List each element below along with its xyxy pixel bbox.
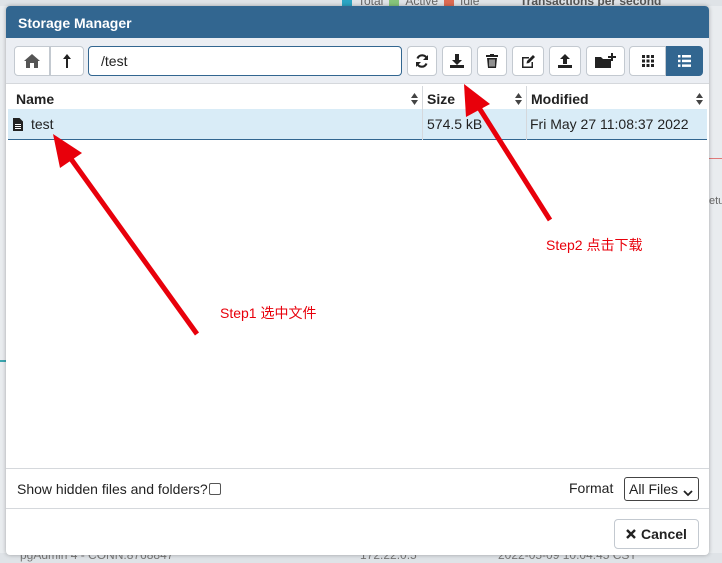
file-icon bbox=[13, 118, 23, 136]
refresh-button[interactable] bbox=[407, 46, 437, 76]
list-view-icon bbox=[678, 55, 691, 67]
sort-icon bbox=[515, 92, 522, 108]
list-view-button[interactable] bbox=[666, 46, 703, 76]
cancel-label: Cancel bbox=[641, 526, 687, 542]
annotation-step1: Step1 选中文件 bbox=[220, 305, 317, 321]
dialog-title: Storage Manager bbox=[6, 6, 709, 38]
sort-icon bbox=[411, 92, 418, 108]
grid-view-icon bbox=[641, 55, 654, 67]
close-icon bbox=[626, 526, 636, 542]
file-modified: Fri May 27 11:08:37 2022 bbox=[530, 116, 689, 132]
new-folder-button[interactable] bbox=[586, 46, 625, 76]
column-header-label: Size bbox=[427, 91, 456, 107]
edit-button[interactable] bbox=[512, 46, 544, 76]
column-header-label: Name bbox=[16, 91, 55, 107]
download-icon bbox=[450, 54, 464, 68]
options-bar: Show hidden files and folders? Format Al… bbox=[6, 468, 709, 508]
toolbar: /test bbox=[6, 38, 709, 84]
edit-icon bbox=[521, 54, 536, 69]
cancel-button[interactable]: Cancel bbox=[614, 519, 699, 549]
grid-view-button[interactable] bbox=[629, 46, 666, 76]
home-button[interactable] bbox=[14, 46, 50, 76]
download-button[interactable] bbox=[442, 46, 472, 76]
new-folder-icon bbox=[594, 53, 617, 69]
chevron-down-icon bbox=[683, 484, 693, 500]
annotation-step2: Step2 点击下载 bbox=[546, 237, 643, 253]
file-name: test bbox=[31, 116, 54, 132]
column-header-modified[interactable]: Modified bbox=[527, 84, 707, 112]
format-label: Format bbox=[569, 480, 614, 496]
up-folder-button[interactable] bbox=[50, 46, 84, 76]
file-row[interactable]: test 574.5 kB Fri May 27 11:08:37 2022 bbox=[8, 109, 707, 140]
refresh-icon bbox=[415, 54, 429, 68]
file-size: 574.5 kB bbox=[427, 116, 483, 132]
column-header-size[interactable]: Size bbox=[423, 84, 526, 112]
delete-icon bbox=[486, 54, 498, 68]
format-select[interactable]: All Files bbox=[624, 477, 699, 501]
column-header-label: Modified bbox=[531, 91, 589, 107]
upload-button[interactable] bbox=[549, 46, 581, 76]
home-icon bbox=[24, 54, 40, 68]
up-arrow-icon bbox=[62, 54, 72, 68]
column-divider bbox=[526, 109, 527, 140]
format-value: All Files bbox=[629, 481, 679, 497]
dialog-footer: Cancel bbox=[6, 508, 709, 555]
show-hidden-checkbox[interactable] bbox=[208, 483, 221, 495]
show-hidden-label: Show hidden files and folders? bbox=[17, 481, 208, 497]
background-text: etu bbox=[709, 195, 722, 207]
show-hidden-option: Show hidden files and folders? bbox=[17, 481, 221, 497]
delete-button[interactable] bbox=[477, 46, 507, 76]
storage-manager-dialog: Storage Manager /test Name Size Modified… bbox=[6, 6, 709, 555]
upload-icon bbox=[558, 54, 572, 68]
background-chart-line bbox=[709, 158, 722, 159]
path-input[interactable]: /test bbox=[88, 46, 402, 76]
column-header-name[interactable]: Name bbox=[12, 84, 422, 112]
sort-icon bbox=[696, 92, 703, 108]
column-divider bbox=[422, 109, 423, 140]
